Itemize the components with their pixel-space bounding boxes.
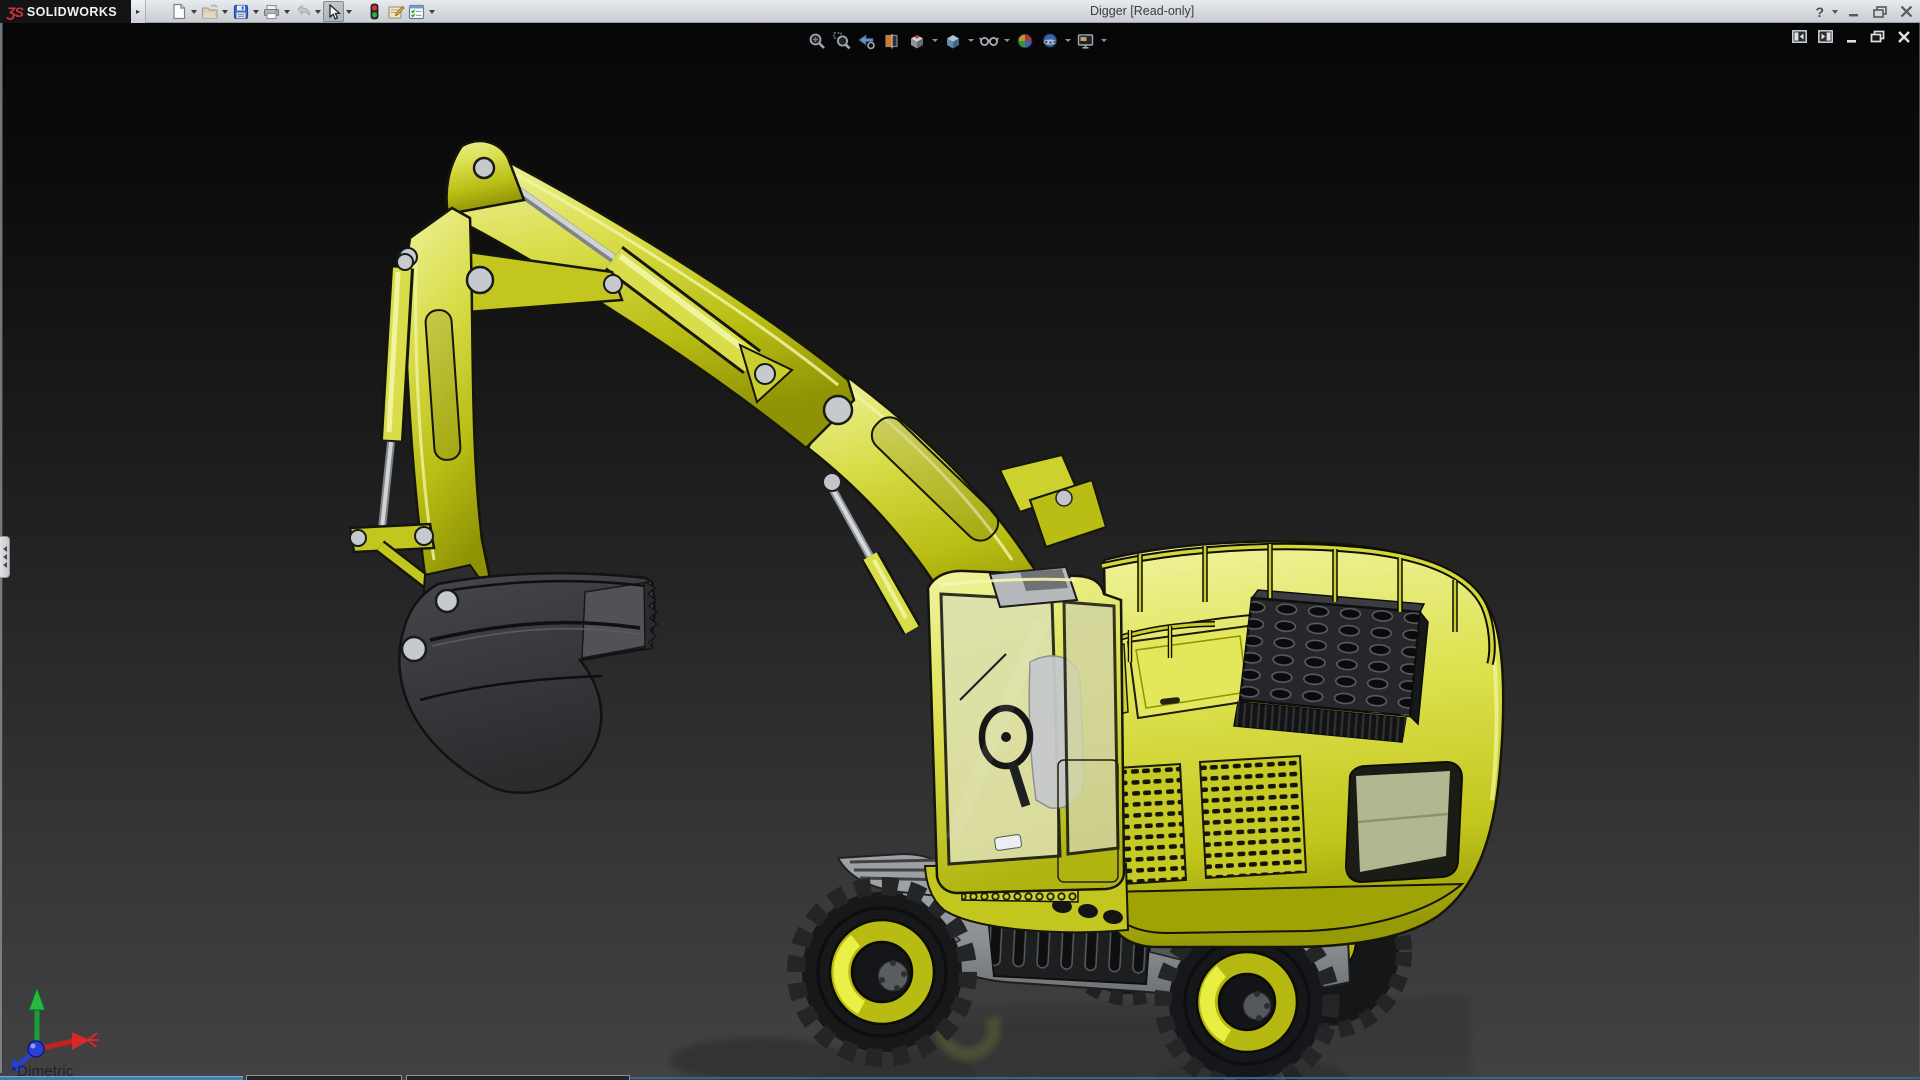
undo-dropdown[interactable]	[313, 1, 323, 22]
close-document-icon[interactable]	[1895, 29, 1912, 44]
previous-view-icon[interactable]	[855, 30, 878, 51]
window-title: Digger [Read-only]	[1090, 4, 1195, 18]
help-icon[interactable]: ?	[1813, 4, 1826, 20]
minimize-window-icon[interactable]	[1844, 3, 1864, 21]
standard-toolbar	[168, 0, 437, 23]
display-style-dropdown[interactable]	[966, 30, 975, 51]
view-settings-dropdown[interactable]	[1099, 30, 1108, 51]
zoom-to-area-icon[interactable]	[830, 30, 853, 51]
hide-show-items-icon[interactable]	[977, 30, 1000, 51]
print-dropdown[interactable]	[282, 1, 292, 22]
traffic-light-icon[interactable]	[364, 1, 385, 22]
apply-scene-icon[interactable]	[1038, 30, 1061, 51]
restore-document-icon[interactable]	[1869, 29, 1886, 44]
apply-scene-dropdown[interactable]	[1063, 30, 1072, 51]
brand-name: SOLIDWORKS	[26, 4, 117, 19]
undo-icon[interactable]	[292, 1, 313, 22]
edit-note-icon[interactable]	[385, 1, 406, 22]
titlebar-controls: ?	[1813, 0, 1916, 23]
titlebar: ƷS SOLIDWORKS ▸ Digger [Read-only] ?	[0, 0, 1920, 23]
select-cursor-icon[interactable]	[323, 1, 344, 22]
select-dropdown[interactable]	[344, 1, 354, 22]
ds-logo-glyph: ƷS	[7, 3, 24, 20]
orientation-triad	[11, 986, 99, 1072]
minimize-document-icon[interactable]	[1843, 29, 1860, 44]
feature-manager-splitter-tab[interactable]	[0, 536, 10, 578]
chevron-left-icon	[2, 562, 7, 568]
bucket[interactable]	[398, 563, 658, 795]
view-orientation-dropdown[interactable]	[930, 30, 939, 51]
print-icon[interactable]	[261, 1, 282, 22]
document-window-controls	[1791, 29, 1912, 44]
view-settings-icon[interactable]	[1074, 30, 1097, 51]
close-window-icon[interactable]	[1896, 3, 1916, 21]
help-dropdown[interactable]	[1832, 9, 1838, 14]
restore-window-icon[interactable]	[1870, 3, 1890, 21]
taskbar-edge-line	[620, 1077, 1920, 1079]
headsup-view-toolbar	[805, 30, 1108, 51]
solidworks-window: *Dimetric ƷS SOLIDWORKS ▸ Digger [Read-o…	[0, 0, 1920, 1080]
view-orientation-icon[interactable]	[905, 30, 928, 51]
taskbar-active-button-top[interactable]	[0, 1076, 243, 1080]
bottom-edge	[0, 1074, 1920, 1080]
solidworks-logo[interactable]: ƷS SOLIDWORKS	[0, 0, 131, 23]
collapse-left-pane-icon[interactable]	[1791, 29, 1808, 44]
cab[interactable]	[926, 565, 1126, 895]
section-view-icon[interactable]	[880, 30, 903, 51]
chevron-left-icon	[2, 546, 7, 552]
new-document-icon[interactable]	[168, 1, 189, 22]
taskbar-button-top[interactable]	[406, 1075, 630, 1080]
open-dropdown[interactable]	[220, 1, 230, 22]
display-style-icon[interactable]	[941, 30, 964, 51]
options-checklist-icon[interactable]	[406, 1, 427, 22]
open-icon[interactable]	[199, 1, 220, 22]
save-dropdown[interactable]	[251, 1, 261, 22]
new-document-dropdown[interactable]	[189, 1, 199, 22]
taskbar-button-top[interactable]	[246, 1075, 402, 1080]
edit-appearance-icon[interactable]	[1013, 30, 1036, 51]
menu-expand-arrow[interactable]: ▸	[131, 0, 146, 23]
chevron-left-icon	[2, 554, 7, 560]
3d-viewport[interactable]	[0, 0, 1920, 1080]
save-icon[interactable]	[230, 1, 251, 22]
hide-show-items-dropdown[interactable]	[1002, 30, 1011, 51]
zoom-to-fit-icon[interactable]	[805, 30, 828, 51]
wheel-front-left[interactable]	[787, 877, 977, 1067]
expand-right-pane-icon[interactable]	[1817, 29, 1834, 44]
options-dropdown[interactable]	[427, 1, 437, 22]
